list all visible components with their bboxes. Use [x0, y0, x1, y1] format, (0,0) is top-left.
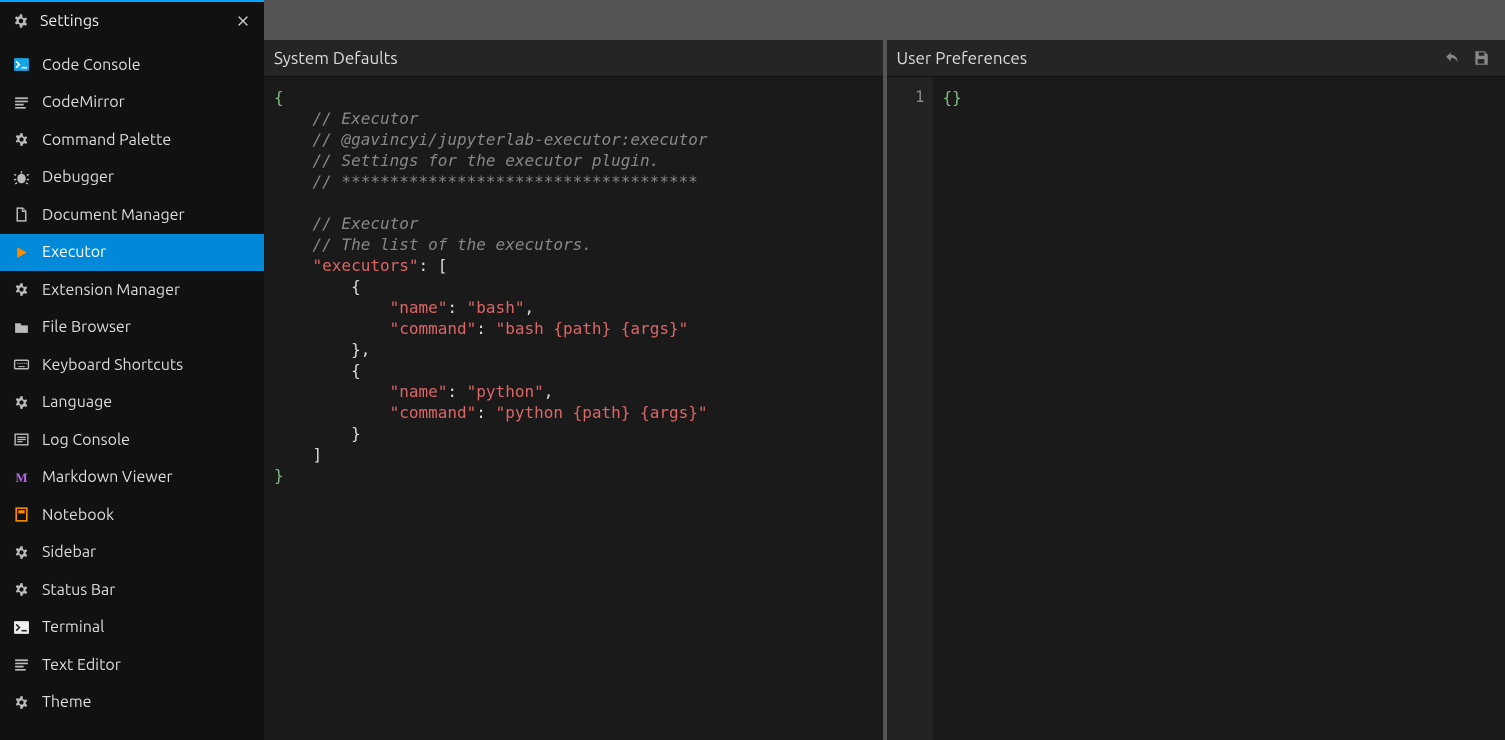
sidebar-item-terminal[interactable]: Terminal	[0, 609, 264, 647]
keyboard-icon	[12, 356, 30, 374]
sidebar-item-label: Executor	[42, 243, 106, 261]
sidebar-item-label: Keyboard Shortcuts	[42, 356, 183, 374]
sidebar-item-debugger[interactable]: Debugger	[0, 159, 264, 197]
play-icon	[12, 243, 30, 261]
sidebar-item-label: Extension Manager	[42, 281, 180, 299]
sidebar-item-label: Status Bar	[42, 581, 115, 599]
notebook-icon	[12, 506, 30, 524]
terminal-icon	[12, 56, 30, 74]
sidebar-item-keyboard-shortcuts[interactable]: Keyboard Shortcuts	[0, 346, 264, 384]
gear-icon	[12, 281, 30, 299]
sidebar-item-command-palette[interactable]: Command Palette	[0, 121, 264, 159]
tab-settings[interactable]: Settings	[0, 0, 264, 40]
sidebar-item-notebook[interactable]: Notebook	[0, 496, 264, 534]
sidebar-item-label: Terminal	[42, 618, 104, 636]
lines-icon	[12, 656, 30, 674]
sidebar-item-theme[interactable]: Theme	[0, 684, 264, 722]
terminal2-icon	[12, 618, 30, 636]
sidebar-item-status-bar[interactable]: Status Bar	[0, 571, 264, 609]
sidebar-item-extension-manager[interactable]: Extension Manager	[0, 271, 264, 309]
sidebar-item-label: File Browser	[42, 318, 131, 336]
system-defaults-code: { // Executor // @gavincyi/jupyterlab-ex…	[264, 77, 883, 740]
gear-icon	[12, 581, 30, 599]
sidebar-item-label: Debugger	[42, 168, 114, 186]
sidebar-item-executor[interactable]: Executor	[0, 234, 264, 272]
folder-icon	[12, 318, 30, 336]
sidebar-item-sidebar[interactable]: Sidebar	[0, 534, 264, 572]
line-gutter: 1	[887, 77, 933, 740]
panel-title: System Defaults	[274, 49, 873, 68]
save-button[interactable]	[1467, 44, 1495, 72]
close-icon[interactable]	[232, 14, 254, 28]
sidebar-item-label: Notebook	[42, 506, 114, 524]
sidebar-item-file-browser[interactable]: File Browser	[0, 309, 264, 347]
list-icon	[12, 431, 30, 449]
sidebar-item-label: Log Console	[42, 431, 130, 449]
gear-icon	[12, 393, 30, 411]
sidebar-item-language[interactable]: Language	[0, 384, 264, 422]
sidebar-item-label: Language	[42, 393, 112, 411]
gear-icon	[12, 543, 30, 561]
tab-strip	[264, 0, 1505, 40]
markdown-icon	[12, 468, 30, 486]
sidebar-item-codemirror[interactable]: CodeMirror	[0, 84, 264, 122]
sidebar-item-label: Text Editor	[42, 656, 121, 674]
undo-button[interactable]	[1439, 44, 1467, 72]
sidebar-item-text-editor[interactable]: Text Editor	[0, 646, 264, 684]
panel-system-defaults: System Defaults { // Executor // @gavinc…	[264, 40, 887, 740]
sidebar-item-document-manager[interactable]: Document Manager	[0, 196, 264, 234]
sidebar-item-label: Markdown Viewer	[42, 468, 173, 486]
tab-title: Settings	[40, 12, 222, 30]
sidebar-item-label: Document Manager	[42, 206, 185, 224]
sidebar-item-markdown-viewer[interactable]: Markdown Viewer	[0, 459, 264, 497]
lines-icon	[12, 93, 30, 111]
sidebar-item-code-console[interactable]: Code Console	[0, 46, 264, 84]
sidebar-item-label: Theme	[42, 693, 92, 711]
sidebar-item-label: CodeMirror	[42, 93, 125, 111]
sidebar-item-label: Code Console	[42, 56, 141, 74]
panel-user-preferences: User Preferences 1 {}	[887, 40, 1505, 740]
panel-title: User Preferences	[897, 49, 1440, 68]
settings-sidebar: Code Console CodeMirror Command Palette …	[0, 40, 264, 740]
file-icon	[12, 206, 30, 224]
user-preferences-code[interactable]: {}	[933, 77, 1505, 740]
sidebar-item-log-console[interactable]: Log Console	[0, 421, 264, 459]
sidebar-item-label: Sidebar	[42, 543, 96, 561]
sidebar-item-label: Command Palette	[42, 131, 171, 149]
gear-icon	[12, 12, 30, 30]
bug-icon	[12, 168, 30, 186]
gear-icon	[12, 693, 30, 711]
gear-icon	[12, 131, 30, 149]
